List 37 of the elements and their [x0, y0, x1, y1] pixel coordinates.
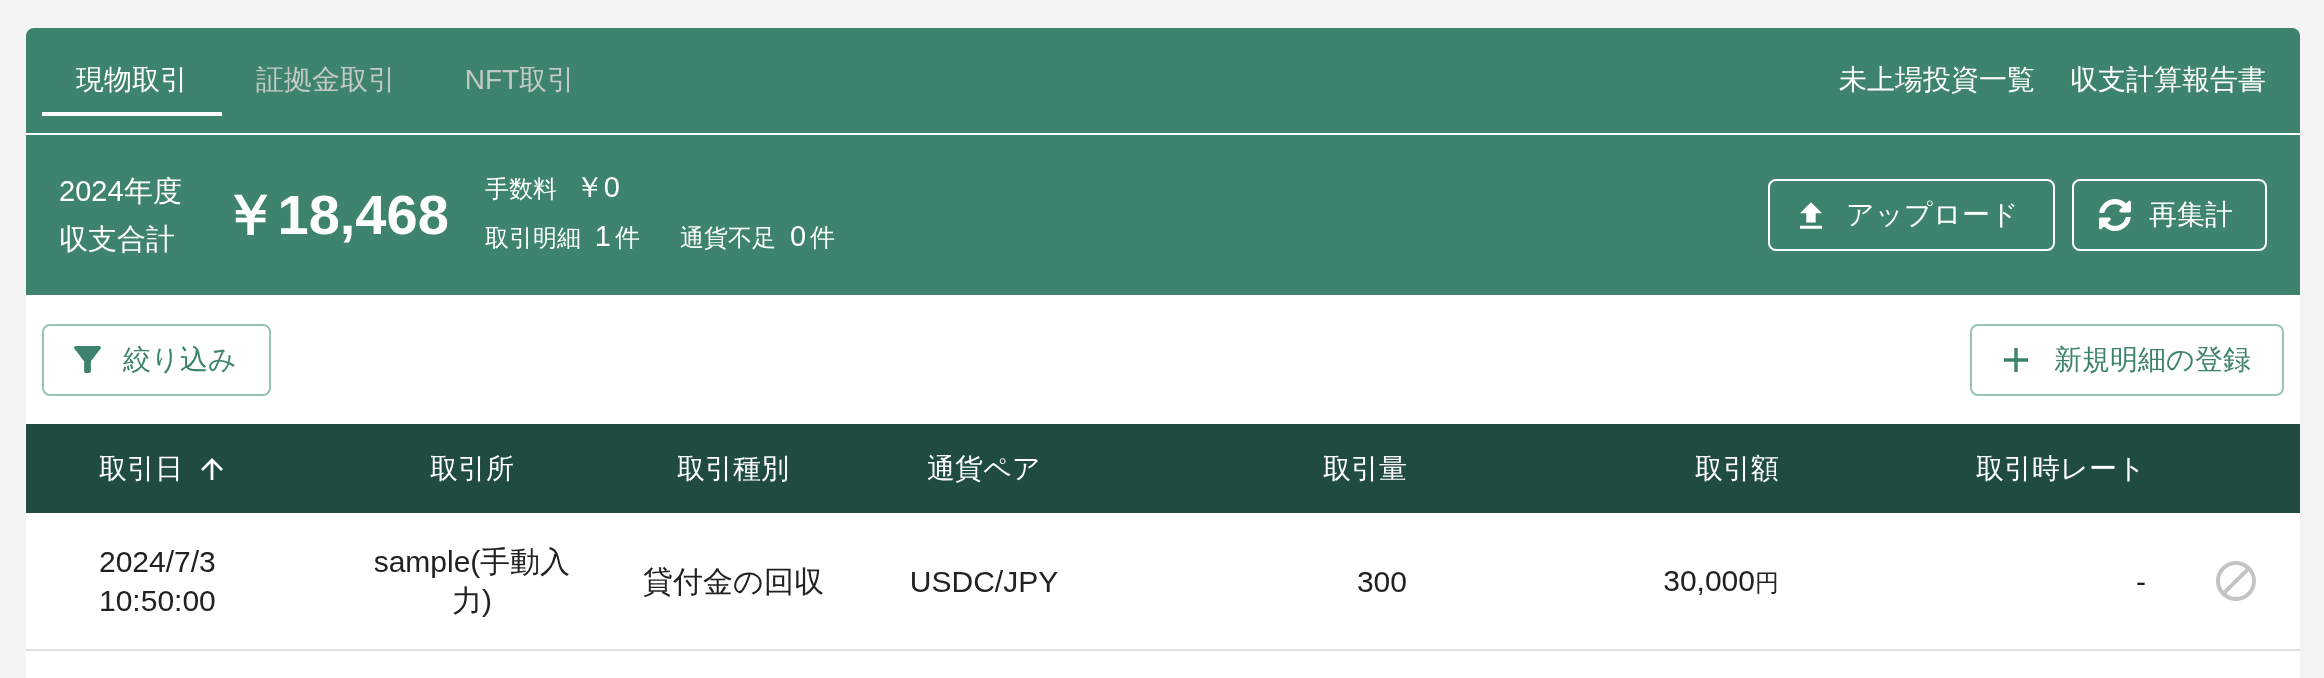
tab[interactable]: 証拠金取引 — [222, 44, 430, 116]
column-header: 取引種別 — [677, 451, 789, 486]
column-header: 取引所 — [430, 451, 514, 486]
plus-icon — [2004, 347, 2028, 372]
upload-icon — [1800, 201, 1822, 229]
nav-link[interactable]: 未上場投資一覧 — [1839, 59, 2035, 101]
refresh-icon — [2099, 199, 2131, 231]
table-cell-text: - — [2136, 563, 2146, 600]
fee-value: ￥0 — [574, 170, 620, 205]
upload-button[interactable]: アップロード — [1768, 179, 2055, 251]
filter-icon — [74, 346, 101, 373]
table-cell-text: USDC/JPY — [909, 563, 1059, 600]
tab[interactable]: NFT取引 — [430, 44, 610, 116]
table-cell-text: 300 — [1356, 563, 1407, 600]
total-label: 収支合計 — [59, 222, 176, 257]
table-cell-text: 30,000円 — [1663, 562, 1779, 599]
recalculate-button[interactable]: 再集計 — [2072, 179, 2267, 251]
fee-label: 手数料 — [484, 174, 557, 204]
column-header: 取引時レート — [1976, 451, 2146, 486]
add-entry-button[interactable]: 新規明細の登録 — [1970, 323, 2284, 396]
filter-button[interactable]: 絞り込み — [42, 323, 271, 396]
shortage-label: 通貨不足 — [679, 223, 776, 253]
column-header: 取引日 — [99, 451, 183, 486]
total-amount: ￥18,468 — [221, 187, 449, 243]
sort-up-arrow-icon[interactable] — [201, 457, 223, 480]
column-header: 通貨ペア — [927, 451, 1041, 486]
detail-label: 取引明細 — [484, 223, 581, 253]
table-cell-text: 2024/7/3 10:50:00 — [99, 544, 217, 619]
column-header: 取引量 — [1323, 451, 1407, 486]
shortage-count: 0件 — [789, 219, 836, 254]
detail-count: 1件 — [594, 219, 640, 254]
nav-link[interactable]: 収支計算報告書 — [2070, 59, 2266, 101]
column-header: 取引額 — [1695, 451, 1779, 486]
fiscal-year: 2024年度 — [59, 174, 182, 209]
tab[interactable]: 現物取引 — [42, 44, 222, 116]
table-cell-text: 貸付金の回収 — [642, 563, 824, 600]
table-cell-text: sample(手動入力) — [372, 544, 572, 619]
